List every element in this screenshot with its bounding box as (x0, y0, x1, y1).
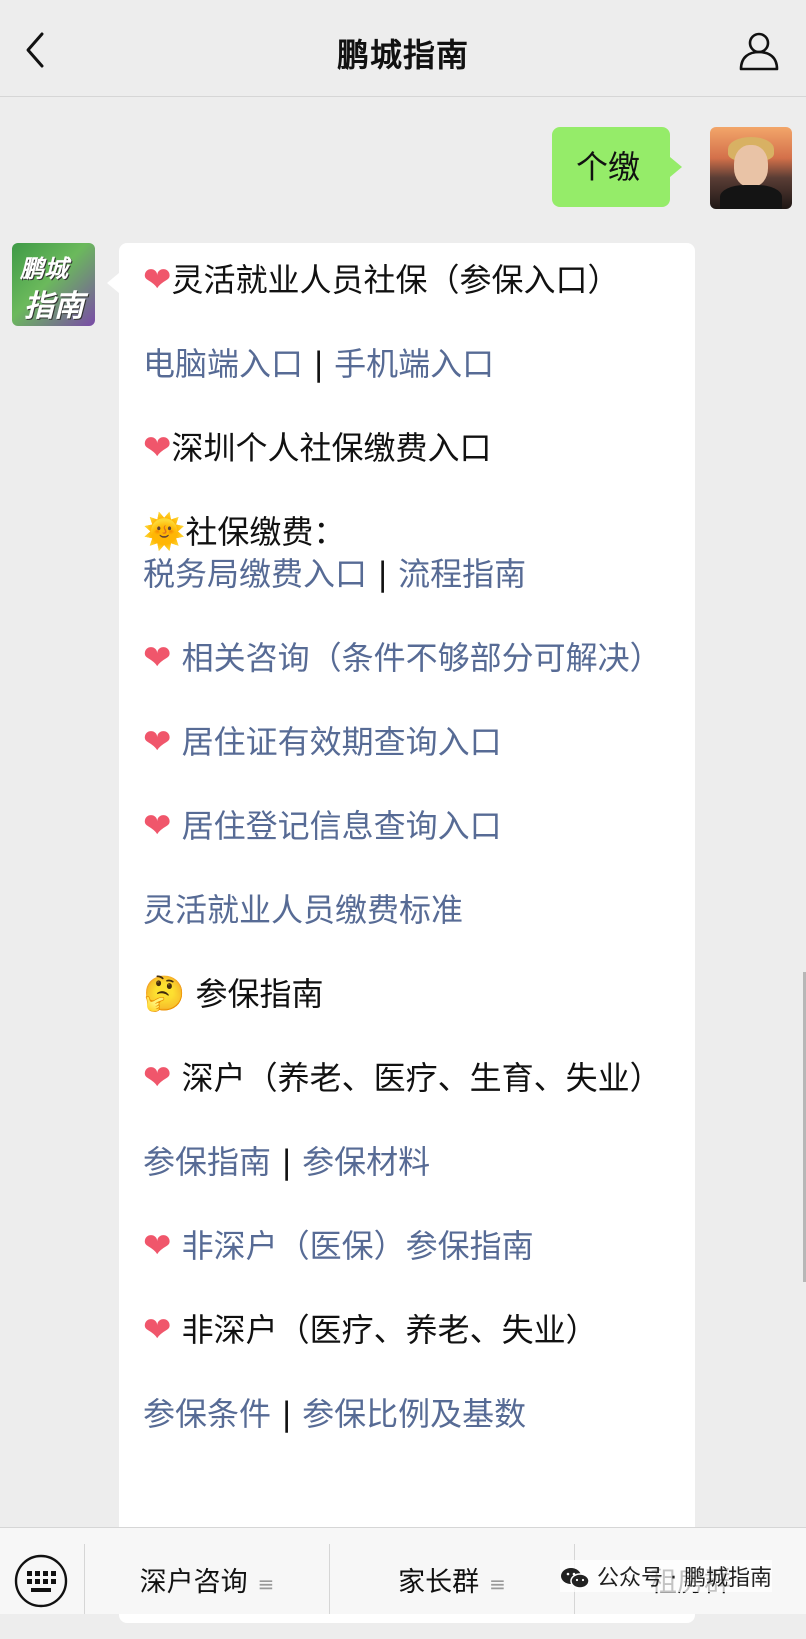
link-mobile-entry[interactable]: 手机端入口 (334, 345, 494, 383)
menu-item-shenzhen-hukou[interactable]: 深户咨询 ≡ (85, 1528, 329, 1614)
watermark-text: 公众号 · 鹏城指南 (597, 1566, 772, 1591)
paragraph-social-payment: 🌞社保缴费： 税务局缴费入口 | 流程指南 (143, 511, 663, 595)
submenu-icon: ≡ (257, 1572, 275, 1596)
paragraph-consultation: ❤ 相关咨询（条件不够部分可解决） (143, 637, 663, 679)
link-insurance-conditions[interactable]: 参保条件 (143, 1395, 271, 1433)
link-insurance-ratio-base[interactable]: 参保比例及基数 (302, 1395, 526, 1433)
link-insurance-guide[interactable]: 参保指南 (143, 1143, 271, 1181)
heart-icon: ❤ (143, 1058, 172, 1098)
submenu-icon: ≡ (489, 1572, 506, 1596)
chat-header: 鹏城指南 (0, 0, 806, 97)
link-residence-permit-query[interactable]: 居住证有效期查询入口 (172, 723, 502, 761)
separator: | (303, 345, 335, 383)
link-residence-registration-query[interactable]: 居住登记信息查询入口 (172, 807, 502, 845)
paragraph-entry-links: 电脑端入口 | 手机端入口 (143, 343, 663, 385)
paragraph-shenzhen-hukou: ❤ 深户（养老、医疗、生育、失业） (143, 1057, 663, 1099)
link-consultation[interactable]: 相关咨询（条件不够部分可解决） (172, 639, 662, 677)
chat-title: 鹏城指南 (336, 36, 469, 74)
heart-icon: ❤ (143, 260, 172, 300)
text-shenzhen-hukou: 深户（养老、医疗、生育、失业） (171, 1059, 662, 1097)
paragraph-shenzhen-payment: ❤深圳个人社保缴费入口 (143, 427, 663, 469)
link-insurance-materials[interactable]: 参保材料 (302, 1143, 430, 1181)
menu-item-parents-group[interactable]: 家长群 ≡ (330, 1528, 574, 1614)
menu-item-label: 深户咨询 (139, 1567, 248, 1598)
user-avatar[interactable] (710, 127, 792, 209)
avatar-face (734, 145, 768, 187)
watermark: 公众号 · 鹏城指南 (560, 1560, 772, 1592)
paragraph-residence-permit: ❤ 居住证有效期查询入口 (143, 721, 663, 763)
heart-icon: ❤ (143, 1310, 172, 1350)
paragraph-residence-registration: ❤ 居住登记信息查询入口 (143, 805, 663, 847)
paragraph-non-hukou-medical: ❤ 非深户（医保）参保指南 (143, 1225, 663, 1267)
text-flexible-employment: 灵活就业人员社保（参保入口） (171, 261, 620, 299)
menu-item-label: 家长群 (398, 1567, 480, 1598)
message-content: ❤灵活就业人员社保（参保入口） 电脑端入口 | 手机端入口 ❤深圳个人社保缴费入… (143, 259, 663, 1477)
link-process-guide[interactable]: 流程指南 (398, 555, 526, 593)
wechat-icon (561, 1568, 590, 1589)
paragraph-hukou-links: 参保指南 | 参保材料 (143, 1141, 663, 1183)
avatar-body (720, 185, 782, 209)
paragraph-non-hukou: ❤ 非深户（医疗、养老、失业） (143, 1309, 663, 1351)
heart-icon: ❤ (143, 638, 172, 678)
incoming-message: ❤灵活就业人员社保（参保入口） 电脑端入口 | 手机端入口 ❤深圳个人社保缴费入… (107, 243, 695, 1623)
text-social-payment: 社保缴费： (185, 513, 346, 551)
avatar-logo-line2: 指南 (24, 289, 84, 324)
separator: | (271, 1395, 303, 1433)
sun-icon: 🌞 (143, 512, 186, 552)
paragraph-payment-standard: 灵活就业人员缴费标准 (143, 889, 663, 931)
separator: | (367, 555, 399, 593)
keyboard-icon (14, 1554, 68, 1608)
link-tax-bureau-payment[interactable]: 税务局缴费入口 (143, 555, 367, 593)
link-non-hukou-medical-guide[interactable]: 非深户（医保）参保指南 (172, 1227, 534, 1265)
link-pc-entry[interactable]: 电脑端入口 (143, 345, 303, 383)
text-insurance-guide: 参保指南 (185, 975, 324, 1013)
outgoing-message[interactable]: 个缴 (552, 127, 682, 207)
official-account-avatar[interactable]: 鹏城 指南 (12, 243, 95, 326)
keyboard-toggle-button[interactable] (0, 1528, 84, 1614)
paragraph-flexible-employment: ❤灵活就业人员社保（参保入口） (143, 259, 663, 301)
text-non-hukou: 非深户（医疗、养老、失业） (171, 1311, 598, 1349)
separator: | (271, 1143, 303, 1181)
heart-icon: ❤ (143, 722, 172, 762)
person-icon (739, 32, 779, 71)
link-payment-standard[interactable]: 灵活就业人员缴费标准 (143, 891, 463, 929)
heart-icon: ❤ (143, 806, 172, 846)
paragraph-non-hukou-links: 参保条件 | 参保比例及基数 (143, 1393, 663, 1435)
heart-icon: ❤ (143, 428, 172, 468)
paragraph-insurance-guide: 🤔 参保指南 (143, 973, 663, 1015)
avatar-logo-line1: 鹏城 (20, 255, 68, 283)
text-shenzhen-payment: 深圳个人社保缴费入口 (171, 429, 492, 467)
profile-button[interactable] (738, 30, 780, 72)
heart-icon: ❤ (143, 1226, 172, 1266)
thinking-icon: 🤔 (143, 974, 186, 1014)
outgoing-message-text: 个缴 (576, 148, 641, 186)
